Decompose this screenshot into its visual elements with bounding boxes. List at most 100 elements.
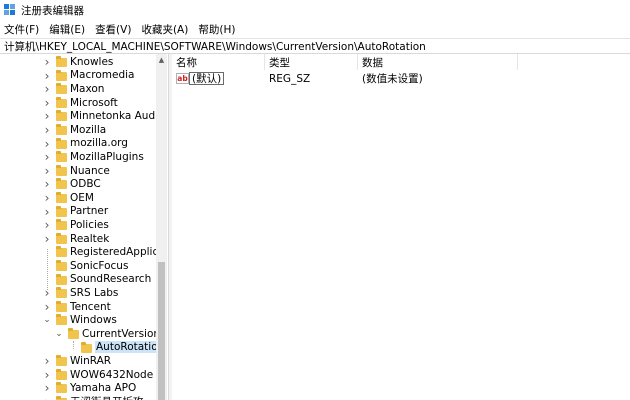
chevron-down-icon[interactable]: ⌄ bbox=[43, 315, 51, 325]
chevron-right-icon[interactable]: › bbox=[43, 232, 51, 246]
tree-item[interactable]: › WinRAR bbox=[0, 354, 156, 368]
window-title: 注册表编辑器 bbox=[21, 4, 84, 17]
tree-item[interactable]: › Yamaha APO bbox=[0, 381, 156, 395]
tree-item[interactable]: › Tencent bbox=[0, 300, 156, 314]
folder-icon bbox=[81, 341, 92, 353]
tree-item[interactable]: › mozilla.org bbox=[0, 137, 156, 151]
folder-icon bbox=[56, 56, 67, 67]
folder-icon bbox=[56, 124, 67, 135]
menu-edit[interactable]: 编辑(E) bbox=[49, 22, 85, 37]
tree-item-label: Windows bbox=[70, 314, 117, 327]
tree-item[interactable]: › Partner bbox=[0, 205, 156, 219]
title-bar: 注册表编辑器 bbox=[0, 0, 630, 20]
chevron-right-icon[interactable]: › bbox=[43, 137, 51, 151]
tree-item[interactable]: ⌄ Windows bbox=[0, 313, 156, 327]
chevron-right-icon[interactable]: › bbox=[43, 368, 51, 382]
tree-item-label: Nuance bbox=[70, 164, 110, 177]
tree-item-label: WOW6432Node bbox=[70, 368, 154, 381]
tree-item[interactable]: › Maxon bbox=[0, 82, 156, 96]
scroll-up-icon[interactable]: ▲ bbox=[156, 54, 167, 65]
tree-item-label: AutoRotation bbox=[95, 341, 156, 354]
chevron-right-icon[interactable]: › bbox=[43, 69, 51, 83]
tree-item[interactable]: › Microsoft bbox=[0, 96, 156, 110]
chevron-right-icon[interactable]: › bbox=[43, 55, 51, 69]
values-list: 名称 类型 数据 ab (默认) REG_SZ (数值未设置) bbox=[172, 54, 630, 400]
menu-view[interactable]: 查看(V) bbox=[95, 22, 131, 37]
tree-item[interactable]: › OEM bbox=[0, 191, 156, 205]
folder-icon bbox=[56, 246, 67, 258]
folder-icon bbox=[56, 96, 67, 108]
tree-item[interactable]: › Realtek bbox=[0, 232, 156, 246]
column-header-data[interactable]: 数据 bbox=[358, 54, 518, 70]
address-path: 计算机\HKEY_LOCAL_MACHINE\SOFTWARE\Windows\… bbox=[4, 40, 426, 53]
folder-icon bbox=[56, 83, 67, 95]
tree-item-label: Microsoft bbox=[70, 96, 118, 109]
scrollbar-thumb[interactable] bbox=[158, 262, 165, 400]
tree-item[interactable]: AutoRotation bbox=[0, 341, 156, 355]
tree-item[interactable]: › ODBC bbox=[0, 177, 156, 191]
tree-item-label: SoundResearch bbox=[70, 273, 152, 286]
folder-icon bbox=[56, 178, 67, 190]
folder-icon bbox=[56, 69, 67, 81]
tree-item[interactable]: › Mozilla bbox=[0, 123, 156, 137]
value-name[interactable]: (默认) bbox=[189, 72, 225, 85]
chevron-right-icon[interactable]: › bbox=[43, 123, 51, 137]
tree-item-label: CurrentVersion bbox=[82, 327, 156, 340]
chevron-right-icon[interactable]: › bbox=[43, 218, 51, 232]
folder-icon bbox=[56, 355, 67, 367]
chevron-right-icon[interactable]: › bbox=[43, 150, 51, 164]
tree-item[interactable]: ›无涩街县开拆攻 bbox=[0, 395, 156, 400]
address-bar[interactable]: 计算机\HKEY_LOCAL_MACHINE\SOFTWARE\Windows\… bbox=[0, 38, 630, 54]
tree-item-label: Macromedia bbox=[70, 69, 135, 82]
tree-item[interactable]: ⌄ CurrentVersion bbox=[0, 327, 156, 341]
tree-item[interactable]: › SRS Labs bbox=[0, 286, 156, 300]
menu-bar: 文件(F) 编辑(E) 查看(V) 收藏夹(A) 帮助(H) bbox=[0, 20, 630, 38]
chevron-right-icon[interactable]: › bbox=[43, 381, 51, 395]
tree-item-label: 无涩街县开拆攻 bbox=[70, 394, 156, 400]
menu-help[interactable]: 帮助(H) bbox=[198, 22, 235, 37]
menu-file[interactable]: 文件(F) bbox=[4, 22, 39, 37]
chevron-right-icon[interactable]: › bbox=[43, 164, 51, 178]
chevron-right-icon[interactable]: › bbox=[43, 96, 51, 110]
tree-item-label: WinRAR bbox=[70, 354, 112, 367]
chevron-right-icon[interactable]: › bbox=[43, 300, 51, 314]
tree-item[interactable]: RegisteredApplications bbox=[0, 245, 156, 259]
tree-item-label: SonicFocus bbox=[70, 259, 129, 272]
tree-item-label: RegisteredApplications bbox=[70, 246, 156, 259]
value-row[interactable]: ab (默认) REG_SZ (数值未设置) bbox=[172, 71, 630, 86]
tree-item[interactable]: › Macromedia bbox=[0, 69, 156, 83]
value-type: REG_SZ bbox=[269, 72, 311, 85]
tree-item-label: Partner bbox=[70, 205, 109, 218]
tree-item[interactable]: SonicFocus bbox=[0, 259, 156, 273]
folder-icon bbox=[56, 164, 67, 176]
chevron-right-icon[interactable]: › bbox=[43, 205, 51, 219]
tree-connector bbox=[73, 340, 74, 349]
chevron-right-icon[interactable]: › bbox=[43, 191, 51, 205]
tree-scrollbar[interactable]: ▲ bbox=[156, 54, 167, 400]
chevron-down-icon[interactable]: ⌄ bbox=[55, 329, 63, 339]
tree-item-label: Mozilla bbox=[70, 123, 107, 136]
folder-icon bbox=[56, 192, 67, 203]
tree-item-label: MozillaPlugins bbox=[70, 150, 144, 163]
tree-item-label: Yamaha APO bbox=[70, 382, 137, 395]
tree-item[interactable]: › MozillaPlugins bbox=[0, 150, 156, 164]
tree-item-label: Knowles bbox=[70, 55, 114, 68]
column-header-type[interactable]: 类型 bbox=[265, 54, 358, 70]
column-header-name[interactable]: 名称 bbox=[172, 54, 265, 70]
folder-icon bbox=[56, 273, 67, 285]
chevron-right-icon[interactable]: › bbox=[43, 177, 51, 191]
chevron-right-icon[interactable]: › bbox=[43, 354, 51, 368]
folder-icon bbox=[56, 151, 67, 163]
tree-item[interactable]: › Policies bbox=[0, 218, 156, 232]
tree-item[interactable]: › WOW6432Node bbox=[0, 368, 156, 382]
tree-item-label: Policies bbox=[70, 218, 109, 231]
string-value-icon: ab bbox=[176, 73, 189, 84]
menu-favorites[interactable]: 收藏夹(A) bbox=[141, 22, 188, 37]
chevron-right-icon[interactable]: › bbox=[43, 109, 51, 123]
tree-item[interactable]: › Minnetonka Audio bbox=[0, 109, 156, 123]
tree-item[interactable]: SoundResearch bbox=[0, 273, 156, 287]
tree-item[interactable]: › Knowles bbox=[0, 55, 156, 69]
tree-item[interactable]: › Nuance bbox=[0, 164, 156, 178]
chevron-right-icon[interactable]: › bbox=[43, 82, 51, 96]
tree-item-label: Minnetonka Audio bbox=[70, 110, 156, 123]
